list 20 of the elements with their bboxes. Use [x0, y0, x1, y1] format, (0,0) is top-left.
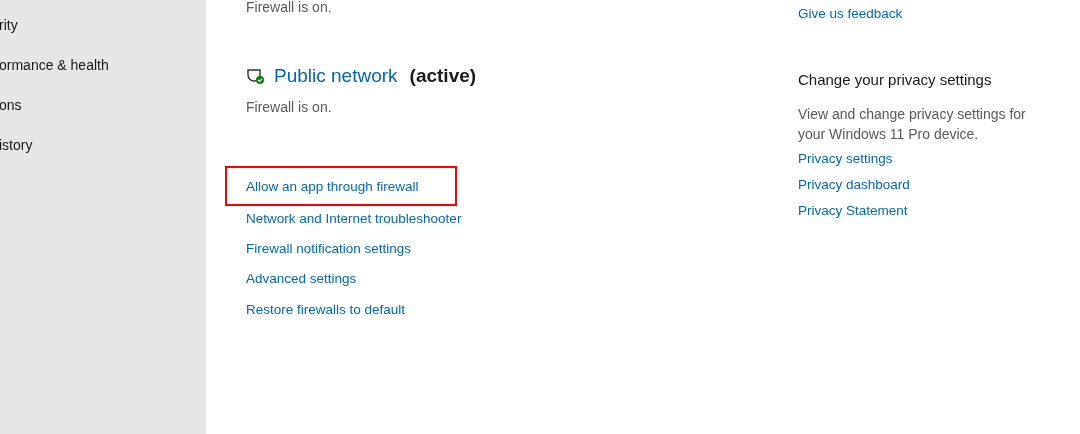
active-label: (active): [409, 64, 477, 88]
privacy-link[interactable]: Privacy settings: [798, 145, 893, 172]
privacy-link[interactable]: Privacy Statement: [798, 198, 908, 225]
status-text: Firewall is on.: [246, 97, 333, 117]
settings-link[interactable]: Restore firewalls to default: [246, 294, 406, 325]
sidebar-item[interactable]: ormance & health: [0, 56, 206, 96]
privacy-heading: Change your privacy settings: [798, 70, 993, 91]
privacy-link[interactable]: Privacy dashboard: [798, 172, 910, 199]
sidebar-item[interactable]: ons: [0, 96, 206, 136]
settings-link[interactable]: Network and Internet troubleshooter: [246, 203, 462, 234]
settings-link[interactable]: Advanced settings: [246, 264, 357, 295]
sidebar-item[interactable]: rity: [0, 16, 206, 56]
settings-link[interactable]: Allow an app through firewall: [227, 167, 455, 204]
privacy-description: View and change privacy settings for your Windows 11 Pro device.: [798, 104, 1026, 144]
shield-check-icon: [246, 67, 264, 86]
status-text: Firewall is on.: [246, 0, 333, 14]
sidebar-item[interactable]: istory: [0, 136, 206, 176]
settings-link[interactable]: Firewall notification settings: [246, 234, 412, 265]
feedback-link[interactable]: Give us feedback: [798, 4, 1026, 25]
network-link[interactable]: Public network: [274, 62, 398, 91]
